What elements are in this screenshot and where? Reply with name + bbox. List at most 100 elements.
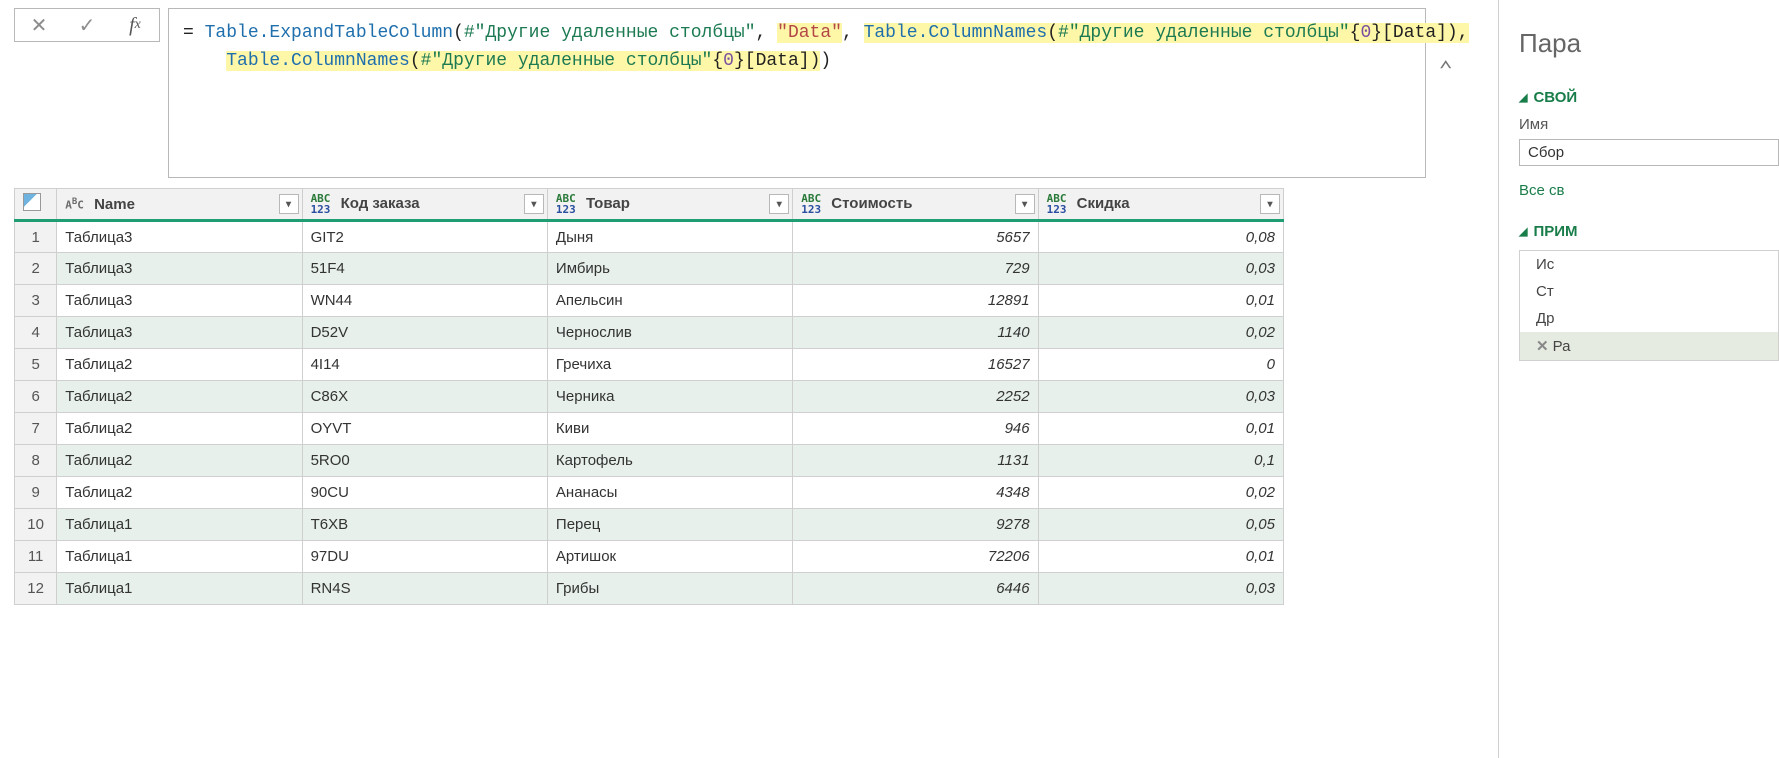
cell-product[interactable]: Имбирь [547, 253, 792, 285]
properties-section-header[interactable]: ◢ СВОЙ [1519, 89, 1779, 106]
cell-cost[interactable]: 729 [793, 253, 1038, 285]
filter-button[interactable]: ▾ [1015, 194, 1035, 214]
cell-name[interactable]: Таблица2 [57, 381, 302, 413]
cell-code[interactable]: D52V [302, 317, 547, 349]
cell-name[interactable]: Таблица2 [57, 349, 302, 381]
cell-discount[interactable]: 0,08 [1038, 221, 1283, 253]
cell-code[interactable]: RN4S [302, 573, 547, 605]
cell-code[interactable]: 97DU [302, 541, 547, 573]
table-row[interactable]: 10Таблица1T6XBПерец92780,05 [15, 509, 1284, 541]
formula-editor[interactable]: = Table.ExpandTableColumn(#"Другие удале… [168, 8, 1426, 178]
cell-product[interactable]: Гречиха [547, 349, 792, 381]
cell-name[interactable]: Таблица3 [57, 221, 302, 253]
cell-product[interactable]: Артишок [547, 541, 792, 573]
cell-name[interactable]: Таблица2 [57, 445, 302, 477]
cell-name[interactable]: Таблица2 [57, 413, 302, 445]
cell-code[interactable]: 90CU [302, 477, 547, 509]
column-header-discount[interactable]: ABC123 Скидка ▾ [1038, 189, 1283, 221]
cell-cost[interactable]: 1140 [793, 317, 1038, 349]
table-row[interactable]: 3Таблица3WN44Апельсин128910,01 [15, 285, 1284, 317]
applied-step[interactable]: Др [1520, 305, 1778, 332]
table-row[interactable]: 7Таблица2OYVTКиви9460,01 [15, 413, 1284, 445]
cell-discount[interactable]: 0,02 [1038, 317, 1283, 349]
table-row[interactable]: 6Таблица2C86XЧерника22520,03 [15, 381, 1284, 413]
query-name-input[interactable] [1519, 139, 1779, 166]
cell-name[interactable]: Таблица2 [57, 477, 302, 509]
select-all-corner[interactable] [15, 189, 57, 221]
column-header-code[interactable]: ABC123 Код заказа ▾ [302, 189, 547, 221]
fx-button[interactable]: fx [111, 9, 159, 41]
applied-step[interactable]: Ис [1520, 251, 1778, 278]
cell-name[interactable]: Таблица3 [57, 317, 302, 349]
filter-button[interactable]: ▾ [769, 194, 789, 214]
column-header-name[interactable]: ABC Name ▾ [57, 189, 302, 221]
filter-button[interactable]: ▾ [524, 194, 544, 214]
delete-step-icon[interactable]: ✕ [1536, 338, 1549, 355]
filter-button[interactable]: ▾ [279, 194, 299, 214]
cell-cost[interactable]: 9278 [793, 509, 1038, 541]
cell-code[interactable]: 5RO0 [302, 445, 547, 477]
table-row[interactable]: 4Таблица3D52VЧернослив11400,02 [15, 317, 1284, 349]
table-row[interactable]: 12Таблица1RN4SГрибы64460,03 [15, 573, 1284, 605]
cell-cost[interactable]: 16527 [793, 349, 1038, 381]
cell-name[interactable]: Таблица3 [57, 285, 302, 317]
cell-code[interactable]: GIT2 [302, 221, 547, 253]
table-row[interactable]: 1Таблица3GIT2Дыня56570,08 [15, 221, 1284, 253]
cell-discount[interactable]: 0,01 [1038, 541, 1283, 573]
cancel-formula-button[interactable]: ✕ [15, 9, 63, 41]
cell-product[interactable]: Черника [547, 381, 792, 413]
applied-steps-section-header[interactable]: ◢ ПРИМ [1519, 223, 1779, 240]
accept-formula-button[interactable]: ✓ [63, 9, 111, 41]
table-row[interactable]: 5Таблица24I14Гречиха165270 [15, 349, 1284, 381]
cell-cost[interactable]: 72206 [793, 541, 1038, 573]
applied-steps-list: ИсСтДр✕Ра [1519, 250, 1779, 361]
column-header-cost[interactable]: ABC123 Стоимость ▾ [793, 189, 1038, 221]
cell-product[interactable]: Грибы [547, 573, 792, 605]
cell-cost[interactable]: 946 [793, 413, 1038, 445]
cell-product[interactable]: Дыня [547, 221, 792, 253]
cell-discount[interactable]: 0 [1038, 349, 1283, 381]
cell-discount[interactable]: 0,03 [1038, 573, 1283, 605]
cell-code[interactable]: 4I14 [302, 349, 547, 381]
all-properties-link[interactable]: Все св [1519, 182, 1779, 199]
table-row[interactable]: 2Таблица351F4Имбирь7290,03 [15, 253, 1284, 285]
collapse-icon: ◢ [1519, 225, 1527, 238]
filter-button[interactable]: ▾ [1260, 194, 1280, 214]
cell-cost[interactable]: 5657 [793, 221, 1038, 253]
cell-discount[interactable]: 0,1 [1038, 445, 1283, 477]
cell-cost[interactable]: 12891 [793, 285, 1038, 317]
cell-cost[interactable]: 2252 [793, 381, 1038, 413]
cell-discount[interactable]: 0,01 [1038, 413, 1283, 445]
cell-code[interactable]: WN44 [302, 285, 547, 317]
cell-name[interactable]: Таблица1 [57, 541, 302, 573]
applied-step[interactable]: ✕Ра [1520, 332, 1778, 360]
cell-discount[interactable]: 0,03 [1038, 253, 1283, 285]
table-row[interactable]: 8Таблица25RO0Картофель11310,1 [15, 445, 1284, 477]
cell-cost[interactable]: 4348 [793, 477, 1038, 509]
cell-product[interactable]: Апельсин [547, 285, 792, 317]
applied-step[interactable]: Ст [1520, 278, 1778, 305]
cell-code[interactable]: C86X [302, 381, 547, 413]
cell-name[interactable]: Таблица1 [57, 509, 302, 541]
cell-cost[interactable]: 1131 [793, 445, 1038, 477]
cell-code[interactable]: OYVT [302, 413, 547, 445]
cell-discount[interactable]: 0,02 [1038, 477, 1283, 509]
cell-code[interactable]: 51F4 [302, 253, 547, 285]
cell-name[interactable]: Таблица1 [57, 573, 302, 605]
cell-discount[interactable]: 0,05 [1038, 509, 1283, 541]
cell-product[interactable]: Перец [547, 509, 792, 541]
row-number: 2 [15, 253, 57, 285]
cell-code[interactable]: T6XB [302, 509, 547, 541]
column-header-product[interactable]: ABC123 Товар ▾ [547, 189, 792, 221]
cell-product[interactable]: Ананасы [547, 477, 792, 509]
cell-product[interactable]: Картофель [547, 445, 792, 477]
table-row[interactable]: 9Таблица290CUАнанасы43480,02 [15, 477, 1284, 509]
cell-name[interactable]: Таблица3 [57, 253, 302, 285]
table-row[interactable]: 11Таблица197DUАртишок722060,01 [15, 541, 1284, 573]
cell-discount[interactable]: 0,01 [1038, 285, 1283, 317]
collapse-formula-icon[interactable]: ⌃ [1439, 59, 1453, 87]
cell-cost[interactable]: 6446 [793, 573, 1038, 605]
cell-product[interactable]: Киви [547, 413, 792, 445]
cell-product[interactable]: Чернослив [547, 317, 792, 349]
cell-discount[interactable]: 0,03 [1038, 381, 1283, 413]
